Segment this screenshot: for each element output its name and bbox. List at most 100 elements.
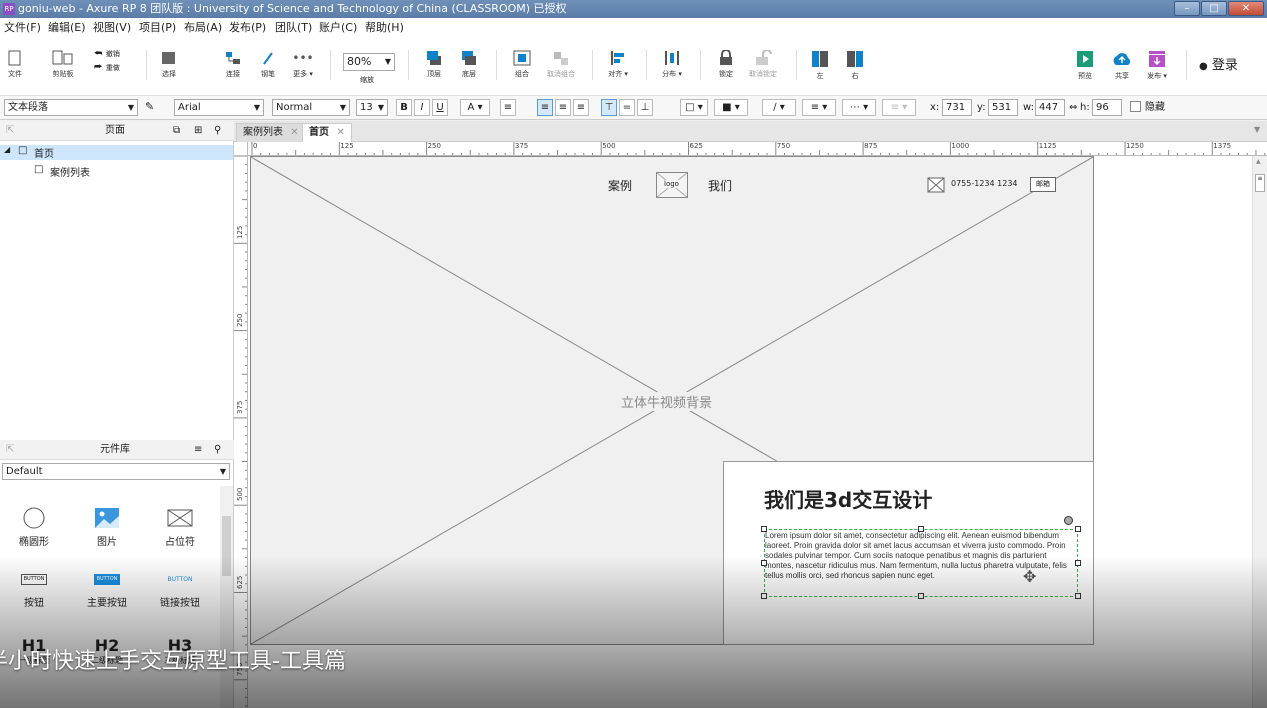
login-button[interactable]: ● 登录: [1199, 54, 1238, 73]
close-icon[interactable]: ✕: [336, 127, 344, 138]
connect-button[interactable]: 连接: [222, 50, 244, 79]
bullet-list-icon[interactable]: ≡: [500, 99, 516, 116]
font-color-button[interactable]: A ▾: [460, 99, 490, 116]
align-left-text-icon[interactable]: ≡: [537, 99, 553, 116]
scrollbar-thumb[interactable]: [222, 516, 231, 576]
redo-button[interactable]: ⮫ 重做: [94, 60, 134, 73]
library-select[interactable]: Default ▼: [2, 463, 230, 480]
rotate-handle[interactable]: [1064, 516, 1073, 525]
menu-help[interactable]: 帮助(H): [365, 18, 404, 38]
close-button[interactable]: ✕: [1228, 1, 1264, 16]
right-panel-button[interactable]: 右: [843, 50, 867, 81]
mail-button[interactable]: 邮箱: [1030, 177, 1056, 192]
share-button[interactable]: 共享: [1108, 50, 1136, 81]
fill-color-button[interactable]: □ ▾: [680, 99, 708, 116]
distribute-button[interactable]: 分布 ▾: [658, 50, 686, 79]
bold-button[interactable]: B: [396, 99, 412, 116]
valign-top-icon[interactable]: ⊤: [601, 99, 617, 116]
minimize-button[interactable]: –: [1174, 1, 1200, 16]
library-item-button[interactable]: BUTTON 按钮: [4, 574, 64, 609]
menu-team[interactable]: 团队(T): [275, 18, 312, 38]
unlock-button[interactable]: 取消锁定: [745, 50, 781, 79]
nav-about-link[interactable]: 我们: [708, 177, 732, 194]
add-page-icon[interactable]: ⧉: [173, 121, 180, 141]
menu-edit[interactable]: 编辑(E): [48, 18, 86, 38]
resize-handle[interactable]: [761, 526, 767, 532]
design-canvas[interactable]: 立体牛视频背景 案例 logo 我们 0755-1234 1234 邮箱 我们是…: [248, 156, 1267, 708]
scrollbar-thumb[interactable]: ≡: [1255, 174, 1265, 192]
y-field[interactable]: 531: [988, 99, 1018, 116]
tab-case-list[interactable]: 案例列表 ✕: [236, 123, 306, 142]
nav-cases-link[interactable]: 案例: [608, 177, 632, 194]
align-button[interactable]: 对齐 ▾: [604, 50, 632, 79]
tab-home[interactable]: 首页 ✕: [302, 123, 352, 142]
hidden-checkbox[interactable]: [1130, 101, 1141, 112]
close-icon[interactable]: ✕: [290, 127, 298, 138]
menu-view[interactable]: 视图(V): [93, 18, 131, 38]
publish-button[interactable]: 发布 ▾: [1143, 50, 1171, 81]
left-panel-button[interactable]: 左: [808, 50, 832, 81]
library-item-placeholder[interactable]: 占位符: [150, 506, 210, 548]
page-item-case-list[interactable]: □ 案例列表: [0, 164, 233, 179]
undo-button[interactable]: ⮪ 撤销: [94, 46, 134, 59]
canvas-scrollbar[interactable]: ▲ ≡: [1252, 156, 1267, 708]
italic-button[interactable]: I: [414, 99, 430, 116]
bring-to-front-button[interactable]: 顶层: [422, 50, 446, 79]
menu-file[interactable]: 文件(F): [4, 18, 41, 38]
resize-handle[interactable]: [761, 593, 767, 599]
font-select[interactable]: Arial ▼: [174, 99, 264, 116]
pen-button[interactable]: 钢笔: [257, 50, 279, 79]
send-to-back-button[interactable]: 底层: [457, 50, 481, 79]
zoom-select[interactable]: 80% ▼: [343, 53, 395, 71]
maximize-button[interactable]: □: [1201, 1, 1227, 16]
lock-button[interactable]: 锁定: [714, 50, 738, 79]
page-item-home[interactable]: ◢ □ 首页: [0, 145, 233, 160]
clipboard-button[interactable]: 剪贴板: [48, 50, 78, 79]
underline-button[interactable]: U: [432, 99, 448, 116]
h-field[interactable]: 96: [1092, 99, 1122, 116]
preview-button[interactable]: 预览: [1073, 50, 1097, 81]
library-item-ellipse[interactable]: 椭圆形: [4, 506, 64, 548]
scroll-up-icon[interactable]: ▲: [1256, 158, 1261, 165]
font-weight-select[interactable]: Normal ▼: [272, 99, 350, 116]
logo-placeholder[interactable]: logo: [656, 172, 688, 198]
x-field[interactable]: 731: [942, 99, 972, 116]
expand-icon[interactable]: ◢: [4, 145, 10, 154]
resize-handle[interactable]: [1075, 526, 1081, 532]
shadow-button[interactable]: ■ ▾: [714, 99, 748, 116]
resize-handle[interactable]: [761, 560, 767, 566]
w-field[interactable]: 447: [1035, 99, 1065, 116]
library-item-primary-button[interactable]: BUTTON 主要按钮: [77, 574, 137, 609]
resize-handle[interactable]: [1075, 560, 1081, 566]
line-style-button[interactable]: ⋯ ▾: [842, 99, 876, 116]
add-folder-icon[interactable]: ⊞: [194, 121, 202, 141]
font-size-select[interactable]: 13 ▼: [356, 99, 388, 116]
menu-layout[interactable]: 布局(A): [184, 18, 222, 38]
resize-handle[interactable]: [918, 593, 924, 599]
search-icon[interactable]: ⚲: [214, 440, 221, 460]
group-button[interactable]: 组合: [510, 50, 534, 79]
format-painter-icon[interactable]: ✎: [145, 100, 154, 113]
line-width-button[interactable]: ≡ ▾: [802, 99, 836, 116]
tab-menu-icon[interactable]: ▼: [1254, 125, 1260, 134]
valign-bottom-icon[interactable]: ⊥: [637, 99, 653, 116]
align-center-text-icon[interactable]: ≡: [555, 99, 571, 116]
valign-middle-icon[interactable]: =: [619, 99, 635, 116]
line-color-button[interactable]: ∕ ▾: [762, 99, 796, 116]
resize-handle[interactable]: [1075, 593, 1081, 599]
more-button[interactable]: ••• 更多 ▾: [290, 50, 316, 79]
collapse-icon[interactable]: ⇱: [6, 440, 14, 460]
resize-handle[interactable]: [918, 526, 924, 532]
menu-icon[interactable]: ≡: [194, 440, 202, 460]
library-item-link-button[interactable]: BUTTON 链接按钮: [150, 574, 210, 609]
file-button[interactable]: 文件: [4, 50, 26, 79]
arrow-style-button[interactable]: ≡ ▾: [882, 99, 916, 116]
link-aspect-icon[interactable]: ⇔: [1069, 100, 1077, 115]
menu-project[interactable]: 项目(P): [139, 18, 176, 38]
collapse-icon[interactable]: ⇱: [6, 121, 14, 141]
ungroup-button[interactable]: 取消组合: [543, 50, 579, 79]
menu-publish[interactable]: 发布(P): [229, 18, 266, 38]
align-right-text-icon[interactable]: ≡: [573, 99, 589, 116]
style-select[interactable]: 文本段落 ▼: [4, 99, 138, 116]
intro-card[interactable]: 我们是3d交互设计 Lorem ipsum dolor sit amet, co…: [723, 461, 1094, 645]
